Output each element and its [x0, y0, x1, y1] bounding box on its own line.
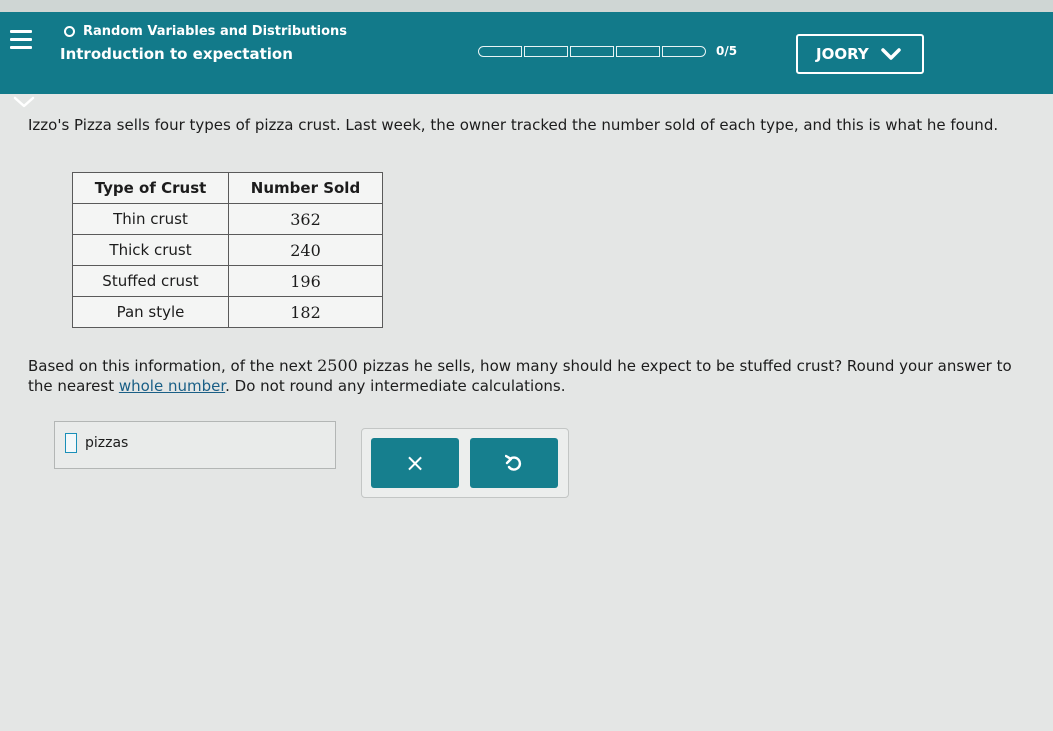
circle-icon: [64, 26, 75, 37]
whole-number-link[interactable]: whole number: [119, 377, 225, 395]
topic-row: Random Variables and Distributions: [64, 24, 347, 39]
prompt-text: . Do not round any intermediate calculat…: [225, 377, 566, 395]
progress-segment: [616, 45, 660, 57]
answer-area: pizzas: [54, 421, 336, 469]
collapse-chevron-icon[interactable]: [12, 94, 36, 110]
top-strip: [0, 0, 1053, 12]
crust-sales-table: Type of Crust Number Sold Thin crust 362…: [72, 172, 383, 328]
crust-type-cell: Stuffed crust: [72, 265, 229, 297]
answer-input[interactable]: [65, 433, 77, 453]
crust-type-cell: Thin crust: [72, 203, 229, 235]
crust-type-cell: Pan style: [72, 296, 229, 328]
number-sold-cell: 240: [228, 234, 383, 266]
number-sold-cell: 182: [228, 296, 383, 328]
topic-title: Random Variables and Distributions: [83, 24, 348, 39]
hamburger-menu-icon[interactable]: [8, 28, 36, 52]
answer-actions-panel: ×: [361, 428, 569, 498]
table-row: Thin crust 362: [72, 203, 383, 235]
page-title: Introduction to expectation: [60, 45, 293, 63]
progress-segment: [524, 45, 568, 57]
table-row: Stuffed crust 196: [72, 265, 383, 297]
close-icon: ×: [404, 449, 426, 477]
column-header-number-sold: Number Sold: [228, 172, 383, 204]
chevron-down-icon: [880, 48, 901, 60]
user-name: JOORY: [816, 45, 869, 63]
progress-segment: [570, 45, 614, 57]
question-prompt: Based on this information, of the next 2…: [28, 356, 1038, 396]
number-sold-cell: 196: [228, 265, 383, 297]
crust-type-cell: Thick crust: [72, 234, 229, 266]
user-menu-button[interactable]: JOORY: [796, 34, 924, 74]
undo-button[interactable]: [470, 438, 558, 488]
table-row: Thick crust 240: [72, 234, 383, 266]
prompt-text: Based on this information, of the next: [28, 357, 318, 375]
prompt-number: 2500: [317, 356, 358, 375]
table-header-row: Type of Crust Number Sold: [72, 172, 383, 204]
answer-unit-label: pizzas: [85, 435, 129, 451]
progress-segment: [478, 45, 522, 57]
clear-button[interactable]: ×: [371, 438, 459, 488]
table-row: Pan style 182: [72, 296, 383, 328]
column-header-crust-type: Type of Crust: [72, 172, 229, 204]
progress-bar: 0/5: [478, 44, 737, 58]
question-text: Izzo's Pizza sells four types of pizza c…: [28, 116, 999, 134]
undo-icon: [505, 454, 522, 471]
progress-segment: [662, 45, 706, 57]
header-bar: Random Variables and Distributions Intro…: [0, 12, 1053, 108]
progress-count: 0/5: [716, 44, 738, 58]
number-sold-cell: 362: [228, 203, 383, 235]
